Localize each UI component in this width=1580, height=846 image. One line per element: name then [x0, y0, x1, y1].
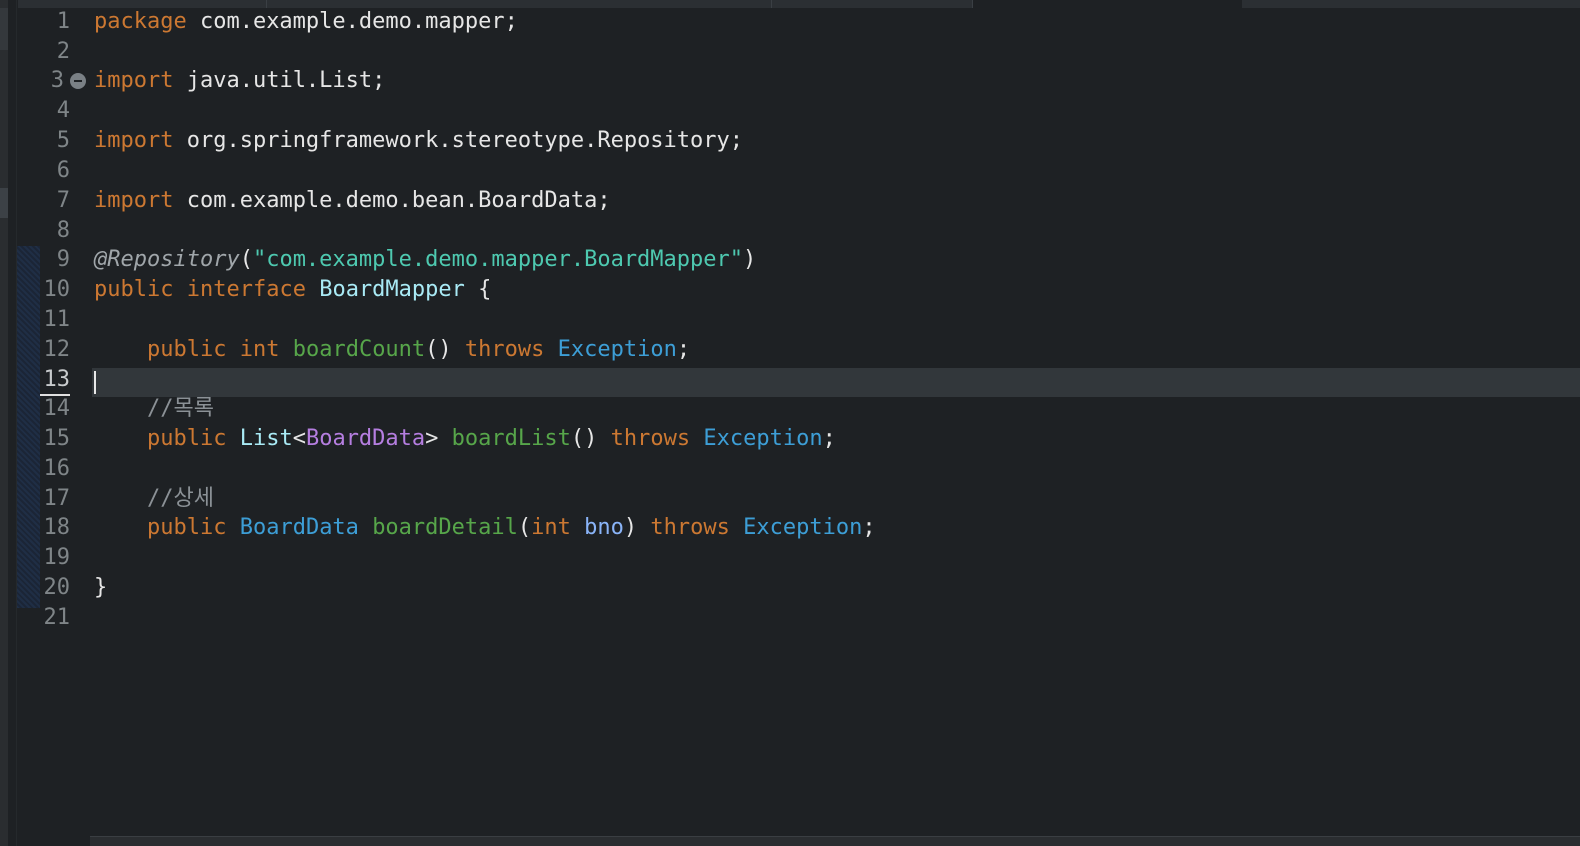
keyword: import: [94, 188, 174, 213]
text-caret: [94, 371, 96, 394]
line-number[interactable]: 4: [30, 96, 70, 126]
method-name: boardList: [451, 426, 571, 451]
interface-name: BoardMapper: [319, 277, 465, 302]
semicolon: ;: [822, 426, 836, 451]
exception-type: Exception: [557, 337, 677, 362]
parameter-name: bno: [584, 515, 624, 540]
parens: (): [570, 426, 598, 451]
fold-collapse-icon[interactable]: [70, 73, 86, 89]
line-number[interactable]: 18: [30, 513, 71, 543]
comment: //상세: [146, 486, 214, 511]
line-number[interactable]: 19: [30, 543, 71, 573]
keyword: public: [146, 426, 227, 451]
code-line-7[interactable]: import com.example.demo.bean.BoardData;: [94, 186, 611, 216]
keyword: public: [146, 337, 227, 362]
line-number[interactable]: 6: [30, 156, 70, 186]
keyword: interface: [186, 277, 306, 302]
semicolon: ;: [676, 337, 691, 362]
comment: //목록: [146, 396, 214, 421]
code-line-20[interactable]: }: [94, 573, 107, 603]
keyword: int: [531, 515, 571, 540]
paren: (: [239, 247, 253, 272]
line-number[interactable]: 7: [30, 186, 70, 216]
exception-type: Exception: [703, 426, 823, 451]
line-number-active[interactable]: 13: [30, 365, 71, 395]
line-number[interactable]: 14: [30, 394, 71, 424]
line-number[interactable]: 5: [30, 126, 70, 156]
line-number[interactable]: 3: [30, 66, 64, 96]
method-name: boardDetail: [372, 515, 518, 540]
code-line-10[interactable]: public interface BoardMapper {: [94, 275, 491, 305]
keyword: throws: [610, 426, 691, 451]
code-line-12[interactable]: public int boardCount() throws Exception…: [94, 335, 690, 365]
code-text: org.springframework.stereotype.Repositor…: [173, 128, 744, 153]
code-text: com.example.demo.mapper;: [186, 9, 518, 34]
active-line-number-underline: [40, 394, 70, 396]
annotation: @Repository: [94, 247, 240, 272]
paren: ): [623, 515, 638, 540]
brace: }: [94, 575, 108, 600]
code-line-1[interactable]: package com.example.demo.mapper;: [94, 7, 518, 37]
keyword: public: [146, 515, 227, 540]
paren: (: [517, 515, 532, 540]
line-number[interactable]: 8: [30, 216, 70, 246]
line-number[interactable]: 21: [30, 603, 71, 633]
code-line-18[interactable]: public BoardData boardDetail(int bno) th…: [94, 513, 876, 543]
side-panel-edge[interactable]: [0, 0, 8, 846]
angle-bracket: <: [292, 426, 306, 451]
editor-tab[interactable]: [1242, 0, 1580, 8]
code-line-9[interactable]: @Repository("com.example.demo.mapper.Boa…: [94, 245, 756, 275]
keyword: throws: [650, 515, 730, 540]
code-line-5[interactable]: import org.springframework.stereotype.Re…: [94, 126, 743, 156]
code-text: java.util.List;: [173, 68, 386, 93]
parens: (): [425, 337, 452, 362]
line-number[interactable]: 17: [30, 484, 71, 514]
generic-type: BoardData: [305, 426, 426, 451]
line-number[interactable]: 11: [30, 305, 71, 335]
keyword: import: [94, 68, 174, 93]
keyword: import: [94, 128, 174, 153]
line-number[interactable]: 1: [30, 7, 70, 37]
keyword: throws: [464, 337, 545, 362]
brace: {: [464, 277, 492, 302]
type-name: BoardData: [239, 515, 359, 540]
exception-type: Exception: [743, 515, 863, 540]
line-number[interactable]: 2: [30, 37, 70, 67]
line-number[interactable]: 16: [30, 454, 71, 484]
line-number[interactable]: 15: [30, 424, 71, 454]
code-line-3[interactable]: import java.util.List;: [94, 66, 385, 96]
horizontal-scrollbar[interactable]: [90, 836, 1580, 846]
keyword: int: [239, 337, 280, 362]
line-number[interactable]: 20: [30, 573, 71, 603]
current-line-highlight: [92, 368, 1580, 397]
line-number[interactable]: 10: [30, 275, 71, 305]
line-number[interactable]: 12: [30, 335, 71, 365]
code-line-14[interactable]: //목록: [94, 394, 214, 424]
editor-tab[interactable]: [772, 0, 973, 8]
code-line-17[interactable]: //상세: [94, 484, 214, 514]
side-panel-marker: [0, 188, 8, 218]
side-panel-handle[interactable]: [0, 8, 8, 50]
keyword: package: [94, 9, 187, 34]
keyword: public: [94, 277, 174, 302]
line-number[interactable]: 9: [30, 245, 70, 275]
code-text: com.example.demo.bean.BoardData;: [173, 188, 611, 213]
angle-bracket: >: [425, 426, 439, 451]
paren: ): [743, 247, 757, 272]
semicolon: ;: [862, 515, 876, 540]
type-name: List: [239, 426, 293, 451]
string-literal: "com.example.demo.mapper.BoardMapper": [252, 247, 744, 272]
method-name: boardCount: [292, 337, 426, 362]
code-line-15[interactable]: public List<BoardData> boardList() throw…: [94, 424, 836, 454]
